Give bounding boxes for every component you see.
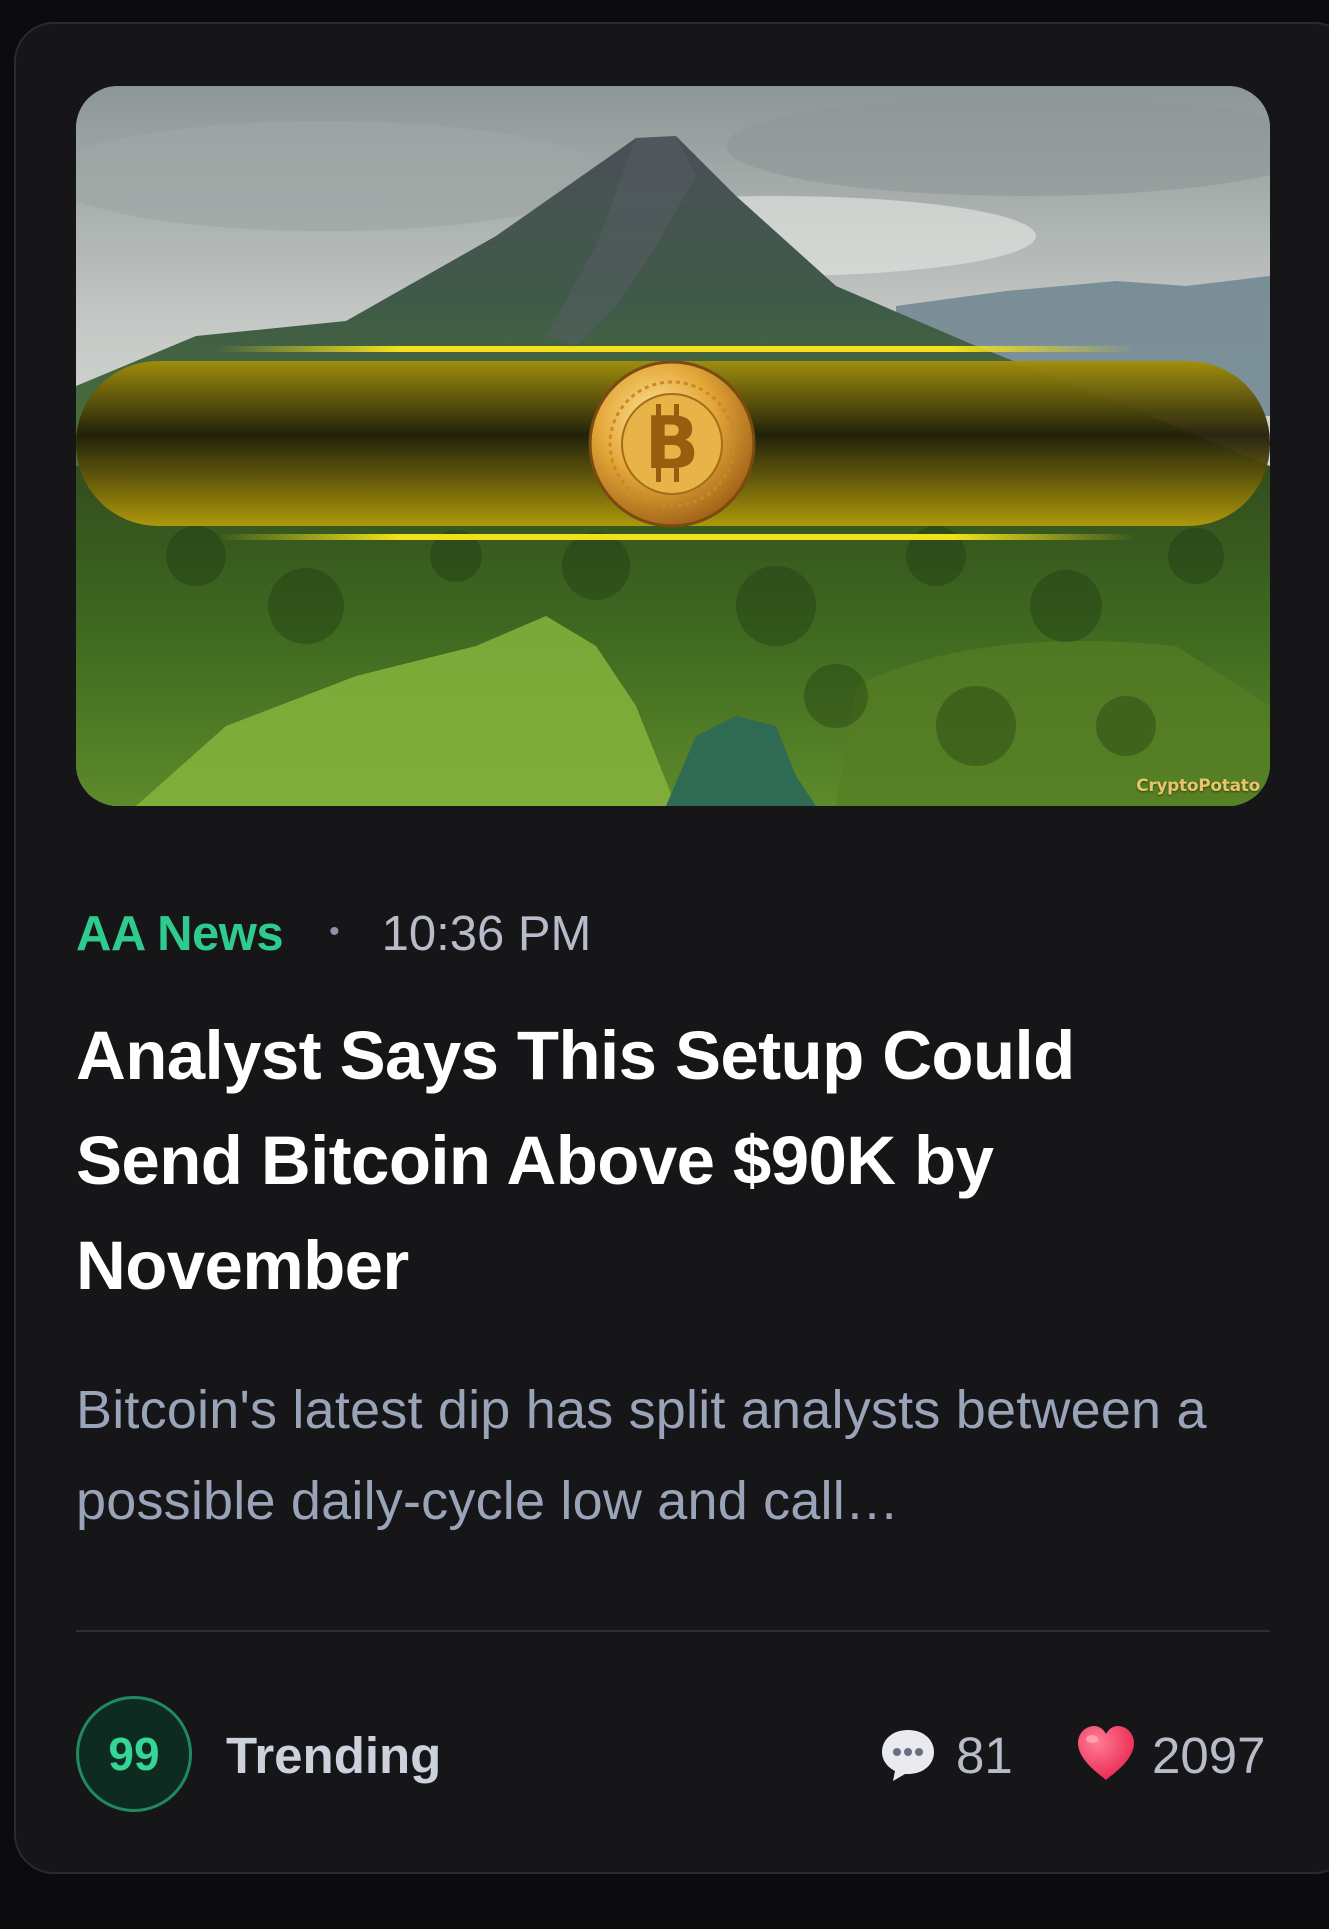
source-name[interactable]: AA News	[76, 906, 284, 962]
bitcoin-coin-icon: B	[588, 360, 756, 528]
article-footer: 99 Trending 81 2097	[76, 1696, 1270, 1816]
comment-count[interactable]: 81	[956, 1726, 1013, 1785]
article-meta: AA News • 10:36 PM	[76, 902, 591, 966]
svg-text:B: B	[645, 401, 700, 485]
divider	[76, 1630, 1270, 1632]
publish-time: 10:36 PM	[381, 907, 592, 961]
speech-bubble-icon[interactable]	[879, 1726, 937, 1784]
heart-icon[interactable]	[1075, 1724, 1137, 1782]
article-hero-image[interactable]: B CryptoPotato	[76, 86, 1270, 806]
trending-score-badge[interactable]: 99	[76, 1696, 192, 1812]
mountain-bitcoin-illustration: B	[76, 86, 1270, 806]
trending-label: Trending	[226, 1727, 442, 1784]
image-watermark: CryptoPotato	[1136, 776, 1260, 796]
like-count[interactable]: 2097	[1152, 1726, 1265, 1785]
article-headline[interactable]: Analyst Says This Setup Could Send Bitco…	[76, 1003, 1256, 1318]
meta-separator: •	[329, 915, 340, 948]
article-summary[interactable]: Bitcoin's latest dip has split analysts …	[76, 1365, 1276, 1547]
